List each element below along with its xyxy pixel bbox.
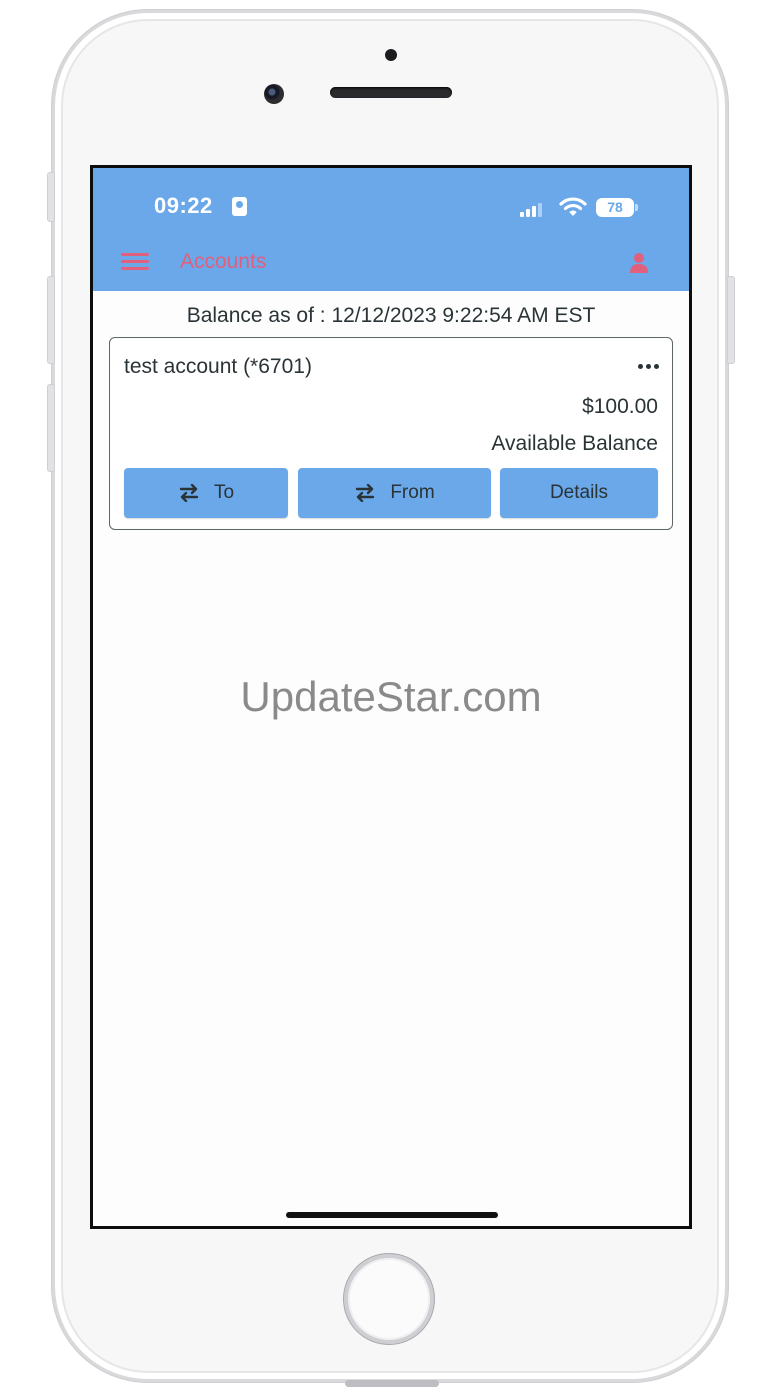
phone-bottom-edge [345,1380,439,1387]
earpiece-speaker [330,87,452,98]
account-balance-amount: $100.00 [582,395,658,418]
page-title: Accounts [180,250,267,273]
status-time: 09:22 [154,193,213,218]
transfer-arrows-icon [179,484,199,502]
transfer-arrows-icon [356,484,375,502]
user-icon[interactable] [629,252,649,274]
volume-down-button [47,384,55,472]
transfer-from-label: From [390,482,435,503]
transfer-to-label: To [213,482,235,503]
phone-screen: 09:22 78 Accounts Balance as of : 12/12/… [90,165,692,1229]
home-indicator[interactable] [286,1212,498,1218]
volume-up-button [47,276,55,364]
more-horizontal-icon[interactable] [637,363,661,371]
account-name: test account (*6701) [124,355,312,378]
account-card: test account (*6701) $100.00 Available B… [109,337,673,530]
wifi-icon [559,197,587,216]
details-button[interactable]: Details [500,468,658,518]
id-card-icon [232,197,247,216]
watermark: UpdateStar.com [240,673,542,720]
silent-switch [47,172,55,222]
power-button [727,276,735,364]
balance-as-of-text: Balance as of : 12/12/2023 9:22:54 AM ES… [186,304,596,327]
hamburger-menu-icon[interactable] [121,253,151,271]
available-balance-label: Available Balance [491,432,658,455]
transfer-from-button[interactable]: From [298,468,491,518]
battery-level: 78 [607,199,623,215]
cellular-signal-icon [520,201,550,217]
proximity-sensor [385,49,397,61]
front-camera [264,84,284,104]
battery-icon: 78 [596,198,638,217]
app-bar: 09:22 78 Accounts [93,168,689,291]
transfer-to-button[interactable]: To [124,468,288,518]
home-button[interactable] [344,1254,434,1344]
details-label: Details [549,482,609,503]
